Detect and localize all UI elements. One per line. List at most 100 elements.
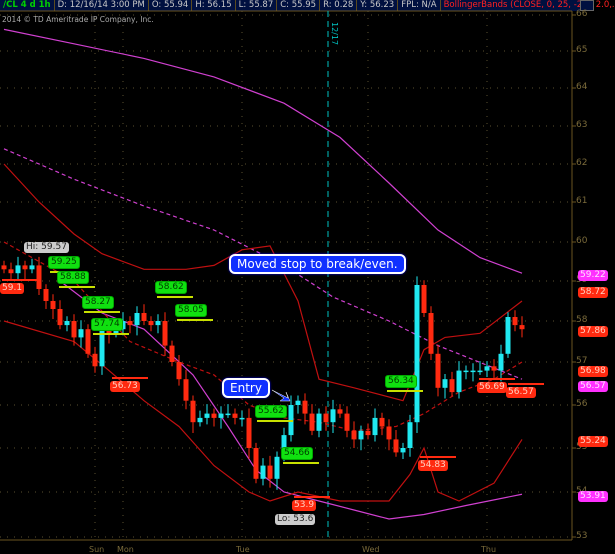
target-label: 58.05 bbox=[175, 304, 207, 317]
axis-price-label: 56.57 bbox=[578, 381, 608, 392]
day-label: Tue bbox=[236, 545, 250, 554]
candle bbox=[85, 329, 91, 354]
candle bbox=[204, 413, 210, 418]
candle bbox=[477, 370, 483, 373]
entry-callout: Entry bbox=[222, 378, 270, 398]
extreme-label: Hi: 59.57 bbox=[24, 242, 69, 253]
date-marker-label: 12/17 bbox=[330, 22, 339, 45]
candle bbox=[246, 417, 252, 448]
price-chart[interactable]: 12/17 bbox=[0, 0, 615, 554]
candle bbox=[379, 417, 385, 427]
candle bbox=[29, 265, 35, 270]
target-label: 58.88 bbox=[57, 271, 89, 284]
y-tick-label: 64 bbox=[576, 82, 588, 92]
y-tick-label: 65 bbox=[576, 45, 588, 55]
candle bbox=[330, 409, 336, 423]
candle bbox=[148, 321, 154, 326]
candle bbox=[428, 313, 434, 354]
candle bbox=[274, 456, 280, 479]
candle bbox=[183, 379, 189, 401]
stop-label: 53.9 bbox=[292, 500, 317, 511]
y-tick-label: 66 bbox=[576, 9, 588, 19]
axis-price-label: 58.72 bbox=[578, 287, 608, 298]
candle bbox=[463, 370, 469, 373]
copyright: 2014 © TD Ameritrade IP Company, Inc. bbox=[2, 15, 154, 24]
target-label: 58.62 bbox=[155, 281, 187, 294]
axis-price-label: 56.98 bbox=[578, 366, 608, 377]
candle bbox=[64, 321, 70, 326]
candle bbox=[225, 413, 231, 416]
candle bbox=[71, 321, 77, 338]
candle bbox=[127, 321, 133, 326]
stop-label: 59.1 bbox=[0, 283, 25, 294]
candle bbox=[1, 265, 7, 270]
candle bbox=[232, 413, 238, 418]
stop-callout: Moved stop to break/even. bbox=[229, 254, 406, 274]
stop-label: 54.83 bbox=[418, 460, 448, 471]
candle bbox=[141, 313, 147, 321]
candle bbox=[505, 317, 511, 354]
candle bbox=[435, 353, 441, 388]
target-label: 59.25 bbox=[48, 256, 80, 269]
extreme-label: Lo: 53.6 bbox=[275, 514, 316, 525]
y-tick-label: 53 bbox=[576, 531, 588, 541]
candle bbox=[442, 379, 448, 388]
candle bbox=[421, 285, 427, 313]
y-tick-label: 58 bbox=[576, 315, 588, 325]
candle bbox=[519, 325, 525, 330]
candle bbox=[197, 417, 203, 423]
candle bbox=[316, 413, 322, 431]
candle bbox=[36, 265, 42, 289]
stop-label: 56.73 bbox=[110, 381, 140, 392]
y-tick-label: 56 bbox=[576, 399, 588, 409]
target-label: 57.74 bbox=[91, 318, 123, 331]
candle bbox=[8, 269, 14, 274]
candle bbox=[155, 321, 161, 326]
candle bbox=[239, 417, 245, 420]
candle bbox=[491, 366, 497, 371]
y-tick-label: 60 bbox=[576, 236, 588, 246]
candle bbox=[323, 413, 329, 423]
candle bbox=[512, 317, 518, 326]
target-label: 58.27 bbox=[82, 296, 114, 309]
candle bbox=[15, 265, 21, 274]
candle bbox=[43, 289, 49, 301]
candle bbox=[337, 409, 343, 414]
candle bbox=[253, 448, 259, 479]
candle bbox=[358, 430, 364, 440]
day-label: Sun bbox=[89, 545, 105, 554]
axis-price-label: 55.24 bbox=[578, 436, 608, 447]
y-tick-label: 63 bbox=[576, 120, 588, 130]
axis-price-label: 53.91 bbox=[578, 491, 608, 502]
candle bbox=[22, 265, 28, 270]
target-label: 55.62 bbox=[255, 405, 287, 418]
y-tick-label: 62 bbox=[576, 158, 588, 168]
candle bbox=[295, 400, 301, 405]
candle bbox=[260, 465, 266, 479]
candle bbox=[162, 321, 168, 346]
candle bbox=[302, 400, 308, 414]
candle bbox=[190, 400, 196, 423]
candle bbox=[211, 413, 217, 418]
candle bbox=[484, 366, 490, 371]
candle bbox=[134, 313, 140, 326]
y-tick-label: 61 bbox=[576, 196, 588, 206]
candle bbox=[414, 285, 420, 423]
candle bbox=[365, 430, 371, 436]
stop-label: 56.69 bbox=[477, 382, 507, 393]
candle bbox=[351, 430, 357, 440]
candle bbox=[169, 345, 175, 362]
day-label: Mon bbox=[117, 545, 134, 554]
candle bbox=[344, 413, 350, 431]
candle bbox=[372, 417, 378, 436]
candle bbox=[498, 353, 504, 371]
candle bbox=[449, 379, 455, 393]
candle bbox=[407, 422, 413, 448]
target-label: 56.34 bbox=[385, 375, 417, 388]
axis-price-label: 57.86 bbox=[578, 326, 608, 337]
candle bbox=[400, 448, 406, 453]
candle bbox=[309, 413, 315, 431]
candle bbox=[456, 370, 462, 393]
entry-arrow-icon bbox=[271, 389, 291, 402]
candle bbox=[470, 370, 476, 373]
